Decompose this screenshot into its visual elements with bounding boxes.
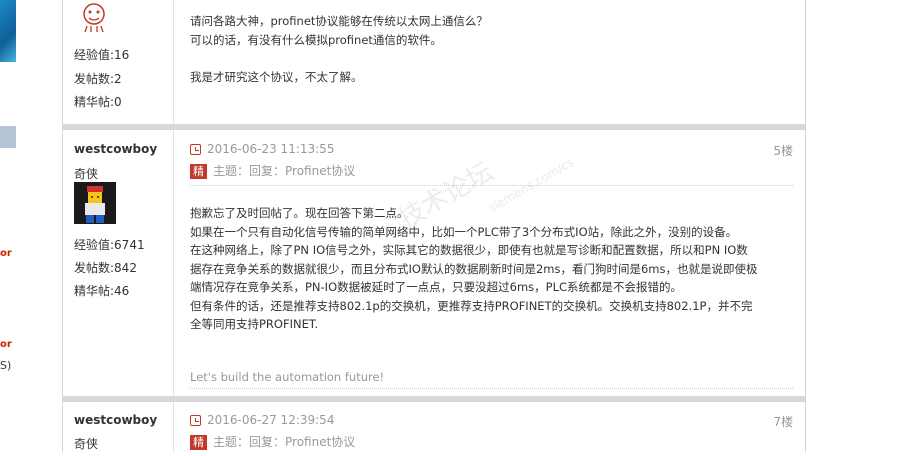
body-line: 如果在一个只有自动化信号传输的简单网络中，比如一个PLC带了3个分布式IO站，除…: [190, 224, 738, 239]
sidebar-thumbnail[interactable]: [0, 0, 16, 62]
body-line: 在这种网络上，除了PN IO信号之外，实际其它的数据很少，即使有也就是写诊断和配…: [190, 243, 748, 257]
post-author-panel: 经验值:16 发帖数:2 精华帖:0: [63, 0, 174, 124]
avatar[interactable]: [77, 0, 111, 34]
user-exp: 经验值:16: [74, 48, 130, 62]
post-signature: Let's build the automation future!: [190, 370, 385, 384]
post-7: westcowboy 奇侠 2016-06-27 12:39:54 7楼 精主题…: [63, 402, 805, 452]
post-body: 请问各路大神，profinet协议能够在传统以太网上通信么？ 可以的话，有没有什…: [190, 12, 790, 86]
sidebar-red-text[interactable]: or: [0, 248, 12, 259]
body-line: 请问各路大神，profinet协议能够在传统以太网上通信么？: [190, 14, 488, 28]
body-line: 全等同用支持PROFINET.: [190, 317, 319, 331]
username-link[interactable]: westcowboy: [74, 413, 157, 427]
post-5: westcowboy 奇侠 经验值:6741 发帖数:842 精华帖:46 20…: [63, 130, 805, 396]
post-author-panel: westcowboy 奇侠: [63, 402, 174, 452]
post-4: 经验值:16 发帖数:2 精华帖:0 请问各路大神，profinet协议能够在传…: [63, 0, 805, 124]
post-body: 抱歉忘了及时回帖了。现在回答下第二点。 如果在一个只有自动化信号传输的简单网络中…: [190, 204, 790, 334]
post-meta: 2016-06-27 12:39:54: [190, 413, 334, 427]
avatar[interactable]: [74, 182, 116, 224]
post-datetime: 2016-06-27 12:39:54: [207, 413, 335, 427]
post-meta: 2016-06-23 11:13:55: [190, 142, 334, 156]
username-link[interactable]: westcowboy: [74, 142, 157, 156]
thread-container: 经验值:16 发帖数:2 精华帖:0 请问各路大神，profinet协议能够在传…: [62, 0, 806, 452]
body-line: 抱歉忘了及时回帖了。现在回答下第二点。: [190, 206, 409, 220]
post-content: 2016-06-23 11:13:55 5楼 精主题：回复：Profinet协议…: [174, 130, 805, 396]
left-sidebar-fragment: or or S): [0, 0, 60, 452]
user-rank: 奇侠: [74, 437, 99, 451]
post-subject: 主题：回复：Profinet协议: [213, 435, 356, 449]
sidebar-block: [0, 126, 16, 148]
post-floor-link[interactable]: 5楼: [773, 142, 793, 159]
signature-divider: [190, 388, 793, 389]
body-line: 可以的话，有没有什么模拟profinet通信的软件。: [190, 32, 442, 47]
body-line: 我是才研究这个协议，不太了解。: [190, 69, 363, 84]
user-post-count: 发帖数:842: [74, 261, 137, 275]
post-author-panel: westcowboy 奇侠 经验值:6741 发帖数:842 精华帖:46: [63, 130, 174, 396]
elite-badge: 精: [190, 435, 207, 450]
sidebar-red-text[interactable]: or: [0, 339, 12, 350]
body-line: [190, 49, 790, 68]
body-line: 但有条件的话，还是推荐支持802.1p的交换机，更推荐支持PROFINET的交换…: [190, 298, 753, 313]
clock-icon: [190, 415, 201, 426]
user-elite-count: 精华帖:46: [74, 284, 130, 298]
post-floor-link[interactable]: 7楼: [773, 413, 793, 430]
user-post-count: 发帖数:2: [74, 72, 122, 86]
post-datetime: 2016-06-23 11:13:55: [207, 142, 335, 156]
body-line: 据存在竞争关系的数据就很少，而且分布式IO默认的数据刷新时间是2ms，看门狗时间…: [190, 261, 758, 276]
elite-badge: 精: [190, 164, 207, 179]
clock-icon: [190, 144, 201, 155]
post-subject: 主题：回复：Profinet协议: [213, 164, 356, 178]
user-elite-count: 精华帖:0: [74, 95, 122, 109]
user-rank: 奇侠: [74, 167, 99, 181]
user-exp: 经验值:6741: [74, 238, 145, 252]
post-content: 请问各路大神，profinet协议能够在传统以太网上通信么？ 可以的话，有没有什…: [174, 0, 805, 124]
post-content: 2016-06-27 12:39:54 7楼 精主题：回复：Profinet协议: [174, 402, 805, 452]
sidebar-text: S): [0, 359, 12, 372]
post-subject-row: 精主题：回复：Profinet协议: [190, 162, 793, 186]
body-line: 端情况存在竞争关系，PN-IO数据被延时了一点点，只要没超过6ms，PLC系统都…: [190, 280, 683, 294]
post-subject-row: 精主题：回复：Profinet协议: [190, 433, 793, 456]
